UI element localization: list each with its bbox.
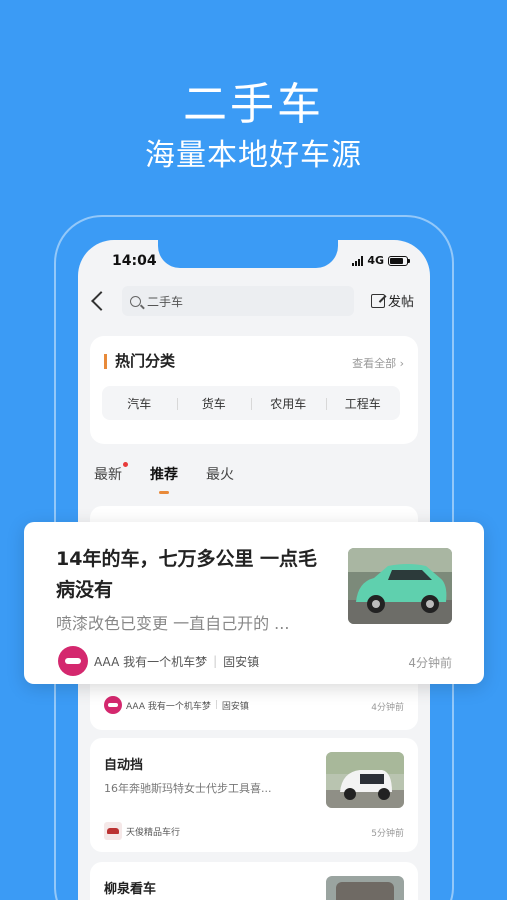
battery-icon (388, 255, 410, 266)
dealer-logo-icon (104, 822, 122, 840)
status-time: 14:04 (112, 253, 157, 269)
notification-dot (123, 462, 128, 467)
chevron-right-icon: › (399, 357, 404, 370)
tab-latest[interactable]: 最新 (94, 462, 128, 484)
featured-username: AAA 我有一个机车梦 (94, 654, 208, 669)
list-item[interactable]: 自动挡 16年奔驰斯玛特女士代步工具喜... 天俊精品车行 5分钟前 (90, 738, 418, 852)
list-item-desc: 16年奔驰斯玛特女士代步工具喜... (104, 782, 272, 795)
hero-subtitle: 海量本地好车源 (145, 138, 362, 173)
edit-icon (370, 293, 385, 308)
featured-time: 4分钟前 (408, 656, 452, 670)
list-item-title: 柳泉看车 (104, 882, 157, 897)
search-input[interactable]: 二手车 (122, 286, 354, 316)
post-label: 发帖 (387, 295, 414, 310)
list-item[interactable]: 柳泉看车 (90, 862, 418, 900)
hot-category-card: 热门分类 查看全部 › 汽车 货车 农用车 工程车 (90, 336, 418, 444)
status-indicators: 4G (352, 254, 410, 267)
tab-recommended[interactable]: 推荐 (150, 464, 178, 494)
list-item[interactable]: AAA 我有一个机车梦 | 固安镇 4分钟前 (90, 680, 418, 730)
car-thumbnail (326, 876, 404, 900)
avatar (104, 696, 122, 714)
featured-user: AAA 我有一个机车梦 | 固安镇 (58, 646, 259, 676)
back-arrow-icon[interactable] (91, 291, 111, 311)
search-icon (130, 295, 141, 307)
tab-hottest[interactable]: 最火 (206, 464, 234, 484)
category-item-farm-vehicle[interactable]: 农用车 (251, 395, 326, 412)
featured-desc: 喷漆改色已变更 一直自己开的 ... (56, 614, 290, 633)
list-item-user: 天俊精品车行 (104, 822, 180, 840)
car-thumbnail (348, 548, 452, 624)
post-button[interactable]: 发帖 (370, 291, 414, 310)
top-bar: 二手车 发帖 (78, 286, 430, 318)
search-placeholder: 二手车 (147, 294, 184, 309)
category-item-construction[interactable]: 工程车 (325, 395, 401, 412)
list-item-user: AAA 我有一个机车梦 | 固安镇 (104, 696, 249, 714)
phone-notch (158, 240, 338, 268)
list-item-title: 自动挡 (104, 758, 144, 773)
list-item-time: 4分钟前 (371, 703, 404, 713)
featured-location: 固安镇 (223, 654, 260, 669)
featured-listing-card[interactable]: 14年的车，七万多公里 一点毛病没有 喷漆改色已变更 一直自己开的 ... AA… (24, 522, 484, 684)
feed-tabs: 最新 推荐 最火 (94, 462, 234, 494)
hot-category-title: 热门分类 (104, 354, 175, 369)
signal-icon (352, 255, 364, 266)
featured-title: 14年的车，七万多公里 一点毛病没有 (56, 548, 318, 601)
category-item-car[interactable]: 汽车 (102, 395, 177, 412)
car-thumbnail (326, 752, 404, 808)
avatar (58, 646, 88, 676)
list-item-time: 5分钟前 (371, 829, 404, 839)
hero-title: 二手车 (183, 79, 324, 130)
category-item-truck[interactable]: 货车 (176, 395, 252, 412)
category-row: 汽车 货车 农用车 工程车 (102, 386, 400, 420)
view-all-link[interactable]: 查看全部 › (352, 355, 404, 371)
network-label: 4G (367, 254, 384, 267)
